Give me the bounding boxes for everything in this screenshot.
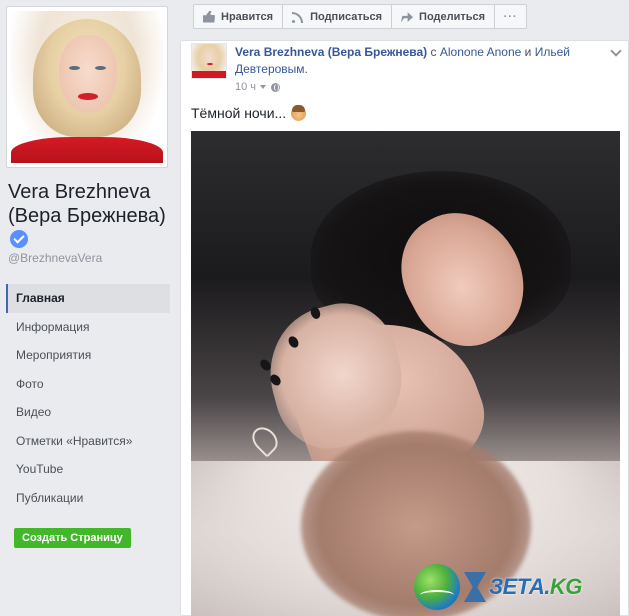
caret-down-icon xyxy=(260,85,267,89)
post-meta: 10 ч xyxy=(235,81,281,93)
create-page-button[interactable]: Создать Страницу xyxy=(14,528,131,548)
tagged-user-1[interactable]: Alonone Anone xyxy=(440,45,521,59)
watermark-text: ЗЕТА.KG xyxy=(489,574,582,600)
more-options-button[interactable]: ··· xyxy=(494,4,528,29)
subscribe-label: Подписаться xyxy=(310,10,383,23)
post-card: Vera Brezhneva (Вера Брежнева) с Alonone… xyxy=(180,40,629,616)
like-label: Нравится xyxy=(221,10,274,23)
post-photo[interactable] xyxy=(191,131,620,616)
thumbs-up-icon xyxy=(203,10,215,23)
post-author-avatar[interactable] xyxy=(191,43,227,79)
globe-privacy-icon[interactable] xyxy=(271,82,281,92)
nav-item-likes[interactable]: Отметки «Нравится» xyxy=(6,427,170,456)
post-message: Тёмной ночи... xyxy=(191,105,287,121)
share-label: Поделиться xyxy=(419,10,486,23)
post-author-link[interactable]: Vera Brezhneva (Вера Брежнева) xyxy=(235,45,427,59)
share-arrow-icon xyxy=(401,12,414,23)
nav-item-youtube[interactable]: YouTube xyxy=(6,455,170,484)
watermark-main: ЗЕТА. xyxy=(489,574,550,599)
nav-item-photos[interactable]: Фото xyxy=(6,370,170,399)
girl-emoji-icon xyxy=(291,104,307,121)
like-page-button[interactable]: Нравится xyxy=(193,4,284,29)
post-header: Vera Brezhneva (Вера Брежнева) с Alonone… xyxy=(235,44,615,78)
nav-item-videos[interactable]: Видео xyxy=(6,398,170,427)
page-username[interactable]: @BrezhnevaVera xyxy=(8,251,102,265)
with-text: с xyxy=(430,45,437,59)
profile-picture[interactable] xyxy=(6,6,168,168)
profile-photo xyxy=(11,11,163,163)
share-page-button[interactable]: Поделиться xyxy=(391,4,496,29)
page-nav: Главная Информация Мероприятия Фото Виде… xyxy=(6,284,170,512)
page-action-bar: Нравится Подписаться Поделиться ··· xyxy=(193,4,528,29)
watermark-kg: KG xyxy=(549,574,583,599)
page-title[interactable]: Vera Brezhneva (Вера Брежнева) xyxy=(8,180,176,252)
page-name-text[interactable]: Vera Brezhneva (Вера Брежнева) xyxy=(8,181,166,227)
left-column: Vera Brezhneva (Вера Брежнева) @Brezhnev… xyxy=(0,0,180,616)
subscribe-button[interactable]: Подписаться xyxy=(282,4,393,29)
nav-item-home[interactable]: Главная xyxy=(6,284,170,313)
zeta-kg-watermark: ЗЕТА.KG xyxy=(414,562,582,612)
rss-icon xyxy=(292,11,304,23)
hourglass-icon xyxy=(464,572,486,602)
nav-item-events[interactable]: Мероприятия xyxy=(6,341,170,370)
verified-badge-icon xyxy=(10,230,28,248)
and-text: и xyxy=(524,45,532,59)
period-text: . xyxy=(304,62,308,76)
post-text: Тёмной ночи... xyxy=(191,104,307,121)
post-timestamp[interactable]: 10 ч xyxy=(235,81,256,93)
globe-logo-icon xyxy=(414,564,460,610)
nav-item-posts[interactable]: Публикации xyxy=(6,484,170,513)
nav-item-about[interactable]: Информация xyxy=(6,313,170,342)
